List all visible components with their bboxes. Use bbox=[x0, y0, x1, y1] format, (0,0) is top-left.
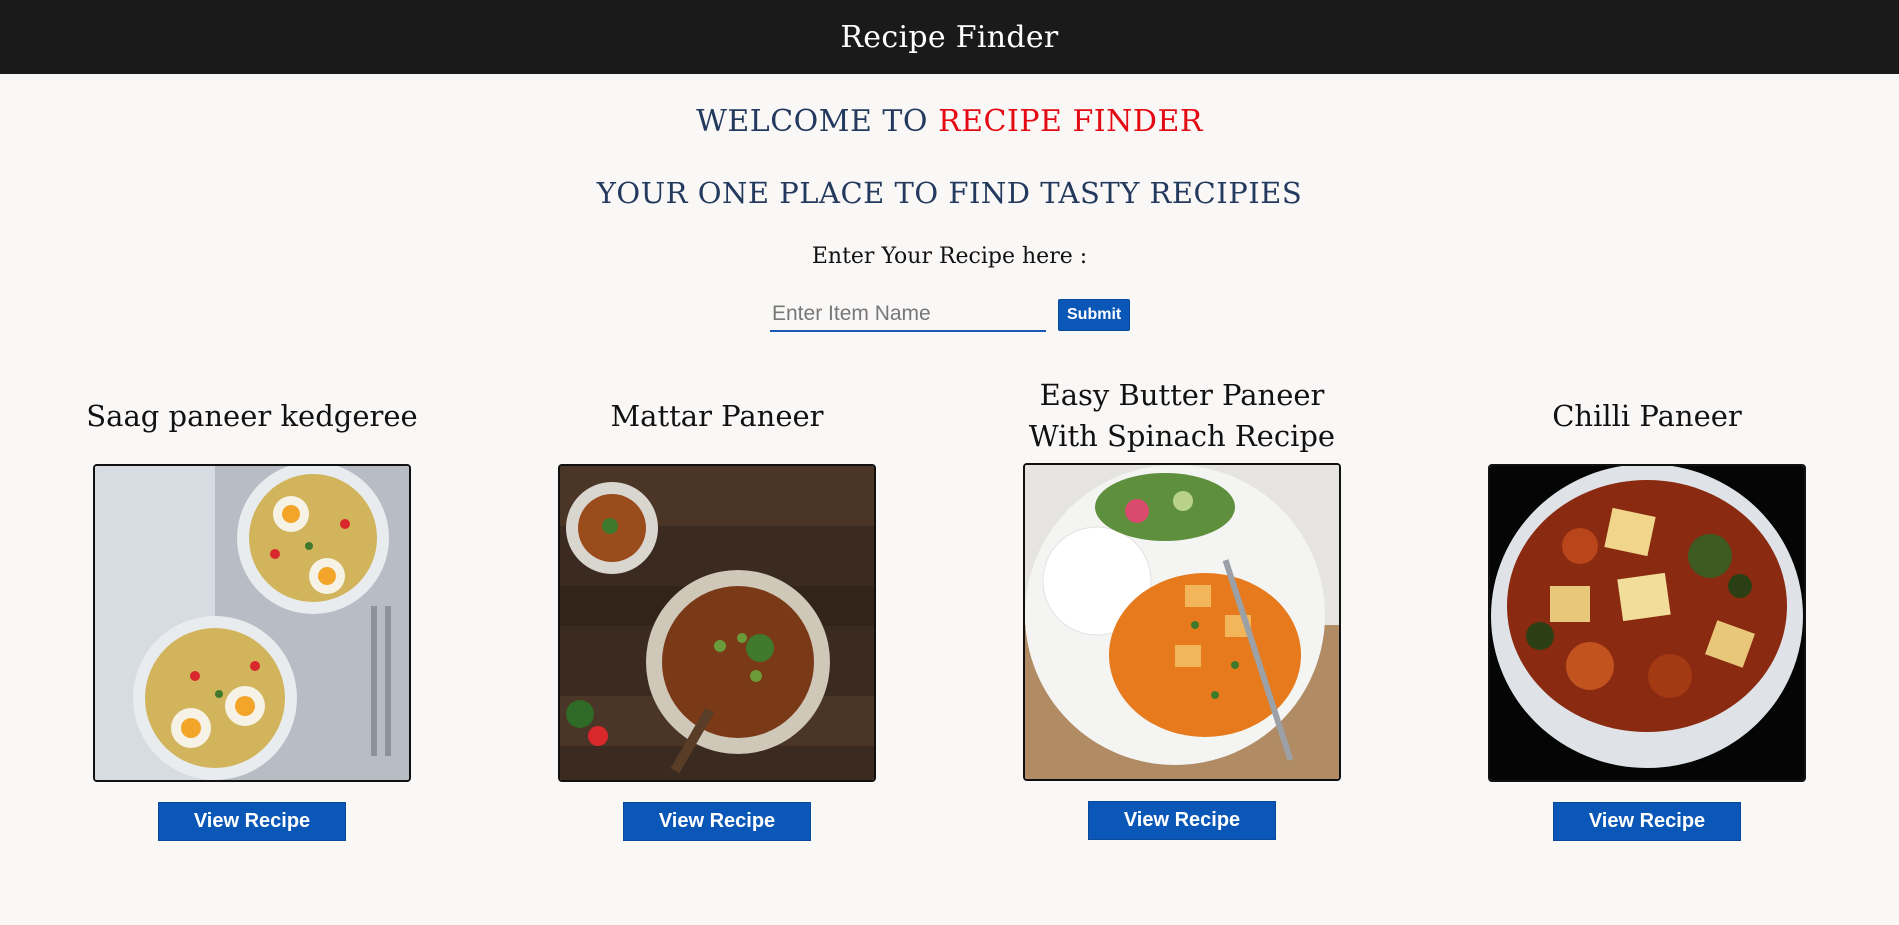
recipe-card: Saag paneer kedgeree View Recipe bbox=[82, 376, 422, 841]
recipe-card: Chilli Paneer View Recipe bbox=[1477, 376, 1817, 841]
view-recipe-button[interactable]: View Recipe bbox=[1553, 802, 1741, 841]
chilli-paneer-bowl-image-art bbox=[1490, 466, 1804, 780]
recipe-title: Easy Butter Paneer With Spinach Recipe bbox=[1028, 378, 1336, 453]
submit-button[interactable]: Submit bbox=[1058, 299, 1131, 331]
view-recipe-button[interactable]: View Recipe bbox=[1088, 801, 1276, 840]
tagline: Your one place to find tasty recipies bbox=[596, 176, 1303, 210]
noodle-bowls-image-art bbox=[95, 466, 409, 780]
recipe-cards: Saag paneer kedgeree View Recipe Mattar … bbox=[0, 376, 1899, 896]
view-recipe-button[interactable]: View Recipe bbox=[158, 802, 346, 841]
curry-bowl-image bbox=[558, 464, 876, 782]
welcome-accent: Recipe Finder bbox=[938, 104, 1203, 139]
navbar: Recipe Finder bbox=[0, 0, 1899, 74]
recipe-title: Saag paneer kedgeree bbox=[86, 399, 418, 433]
welcome-heading: Welcome to Recipe Finder bbox=[0, 104, 1899, 139]
chilli-paneer-bowl-image bbox=[1488, 464, 1806, 782]
search-form: Submit bbox=[770, 298, 1131, 332]
noodle-bowls-image bbox=[93, 464, 411, 782]
search-prompt-label: Enter Your Recipe here : bbox=[811, 244, 1088, 269]
view-recipe-button[interactable]: View Recipe bbox=[623, 802, 811, 841]
recipe-card: Mattar Paneer View Recipe bbox=[547, 376, 887, 841]
navbar-brand[interactable]: Recipe Finder bbox=[840, 20, 1058, 55]
welcome-prefix: Welcome to bbox=[696, 104, 939, 139]
recipe-title: Mattar Paneer bbox=[610, 399, 824, 433]
butter-paneer-plate-image bbox=[1023, 463, 1341, 781]
curry-bowl-image-art bbox=[560, 466, 874, 780]
recipe-search-input[interactable] bbox=[770, 298, 1046, 332]
recipe-card: Easy Butter Paneer With Spinach Recipe V… bbox=[1012, 376, 1352, 840]
butter-paneer-plate-image-art bbox=[1025, 465, 1339, 779]
recipe-title: Chilli Paneer bbox=[1552, 399, 1742, 433]
